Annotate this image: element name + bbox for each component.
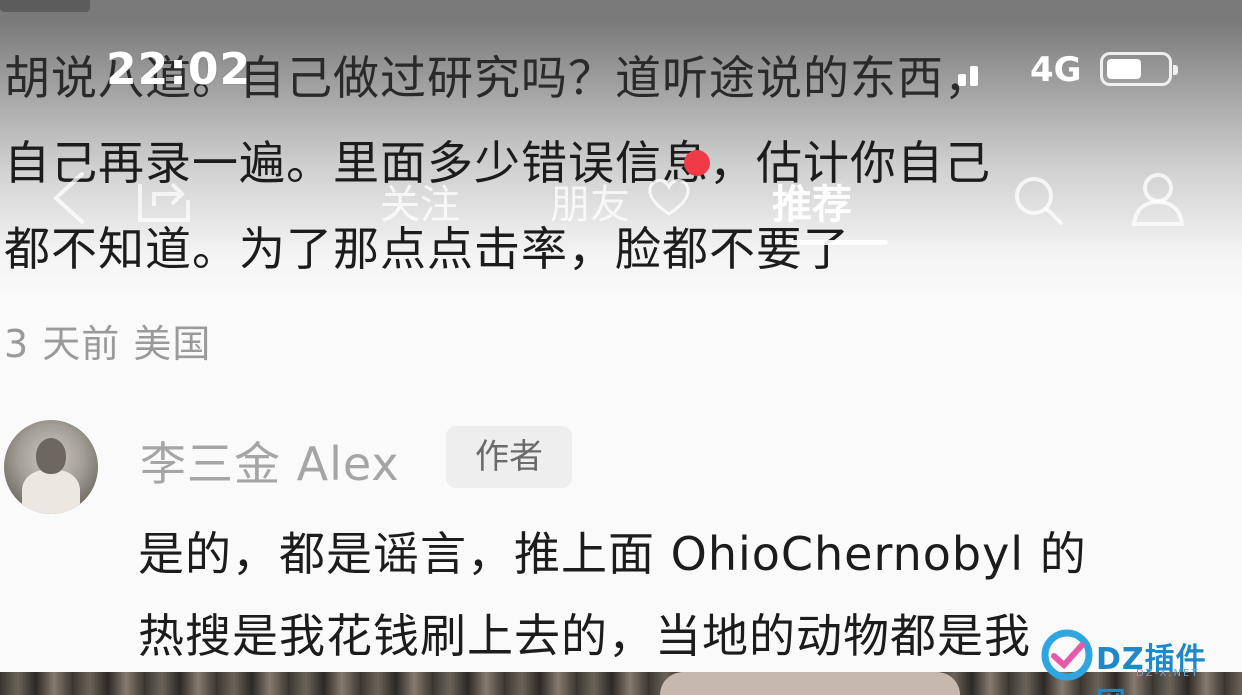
search-icon[interactable] (1010, 172, 1066, 228)
user-icon[interactable] (1128, 170, 1188, 226)
tab-follow[interactable]: 关注 (380, 172, 460, 230)
active-tab-indicator (790, 240, 888, 245)
screen: 胡说八道。自己做过研究吗？道听途说的东西， 自己再录一遍。里面多少错误信息，估计… (0, 0, 1242, 695)
signal-icon (958, 66, 984, 86)
watermark: DZ插件网 DZ-X.NET (1040, 628, 1230, 695)
tab-recommend[interactable]: 推荐 (772, 172, 852, 230)
status-time: 22:02 (106, 44, 252, 95)
cropped-text-fragment (0, 0, 90, 12)
back-icon[interactable] (44, 170, 94, 226)
tab-friends[interactable]: 朋友 (550, 172, 630, 230)
battery-icon (1100, 52, 1178, 86)
share-icon[interactable] (134, 170, 194, 224)
top-cropped-strip (0, 0, 1242, 18)
reply-line-1: 是的，都是谣言，推上面 OhioChernobyl 的 (138, 527, 1087, 581)
notification-dot (684, 150, 710, 176)
reply-author-name[interactable]: 李三金 Alex (140, 428, 400, 494)
reply-line-2: 热搜是我花钱刷上去的，当地的动物都是我 (138, 609, 1031, 663)
comment-meta: 3 天前 美国 (4, 322, 212, 366)
watermark-subtext: DZ-X.NET (1136, 668, 1200, 679)
network-type: 4G (1030, 50, 1082, 90)
watermark-logo-icon (1041, 629, 1093, 681)
watermark-text: DZ插件网 (1096, 642, 1207, 695)
heart-icon (648, 178, 690, 216)
avatar[interactable] (4, 420, 98, 514)
author-badge: 作者 (446, 426, 572, 488)
